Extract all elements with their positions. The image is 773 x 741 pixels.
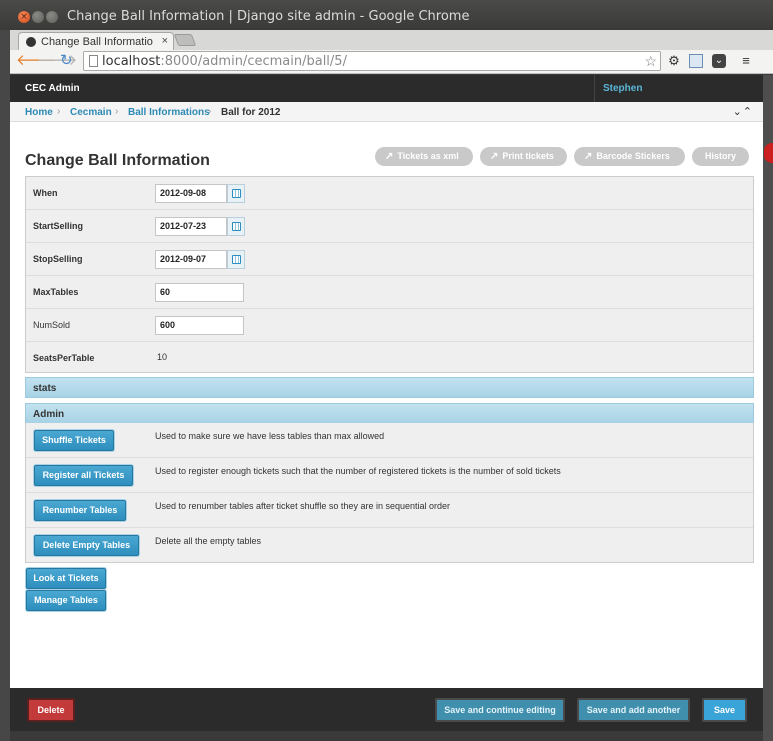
- calendar-icon[interactable]: [227, 217, 245, 236]
- form-row-stop-selling: StopSelling 2012-09-07: [26, 243, 753, 276]
- external-link-icon: ↗: [490, 151, 499, 162]
- browser-toolbar: 🡐 🡒 ↻ localhost:8000/admin/cecmain/ball/…: [10, 50, 773, 74]
- form-row-when: When 2012-09-08: [26, 177, 753, 210]
- delete-button[interactable]: Delete: [27, 698, 75, 722]
- num-sold-field[interactable]: 600: [155, 316, 244, 335]
- renumber-tables-button[interactable]: Renumber Tables: [34, 500, 126, 521]
- save-button[interactable]: Save: [702, 698, 747, 722]
- breadcrumb-model[interactable]: Ball Informations: [128, 107, 210, 118]
- max-tables-label: MaxTables: [33, 287, 79, 297]
- when-label: When: [33, 188, 58, 198]
- bookmark-star-icon[interactable]: ☆: [644, 53, 657, 70]
- stop-selling-label: StopSelling: [33, 254, 83, 264]
- seats-per-table-label: SeatsPerTable: [33, 353, 95, 363]
- register-all-tickets-button[interactable]: Register all Tickets: [34, 465, 133, 486]
- stats-section-header[interactable]: stats: [25, 377, 754, 398]
- print-tickets-button[interactable]: ↗ Print tickets: [480, 147, 567, 166]
- window-close-button[interactable]: ×: [18, 11, 30, 23]
- admin-actions-module: Shuffle Tickets Used to make sure we hav…: [25, 423, 754, 563]
- breadcrumb: Home › Cecmain › Ball Informations › Bal…: [10, 102, 763, 122]
- when-date-field[interactable]: 2012-09-08: [155, 184, 227, 203]
- window-minimize-button[interactable]: [32, 11, 44, 23]
- collapse-toggle-icon[interactable]: ⌄⌃: [733, 105, 753, 118]
- max-tables-field[interactable]: 60: [155, 283, 244, 302]
- tab-title: Change Ball Information: [41, 36, 153, 48]
- ball-fieldset: When 2012-09-08 StartSelling 2012-07-23 …: [25, 176, 754, 373]
- tab-close-icon[interactable]: ×: [162, 35, 168, 47]
- breadcrumb-separator: ›: [208, 106, 212, 117]
- form-row-num-sold: NumSold 600: [26, 309, 753, 342]
- breadcrumb-app[interactable]: Cecmain: [70, 107, 112, 118]
- django-favicon-icon: [26, 37, 36, 47]
- desktop-right-edge: [763, 75, 773, 741]
- external-link-icon: ↗: [584, 151, 593, 162]
- num-sold-label: NumSold: [33, 320, 71, 330]
- pocket-icon[interactable]: ⌄: [712, 54, 726, 68]
- admin-action-row: Renumber Tables Used to renumber tables …: [26, 493, 753, 528]
- page-title: Change Ball Information: [25, 152, 210, 169]
- start-selling-date-field[interactable]: 2012-07-23: [155, 217, 227, 236]
- calendar-icon[interactable]: [227, 184, 245, 203]
- action-description: Delete all the empty tables: [155, 536, 262, 546]
- window-maximize-button[interactable]: [46, 11, 58, 23]
- window-title: Change Ball Information | Django site ad…: [67, 9, 470, 24]
- barcode-stickers-button[interactable]: ↗ Barcode Stickers: [574, 147, 685, 166]
- window-titlebar: × Change Ball Information | Django site …: [0, 0, 773, 30]
- save-continue-button[interactable]: Save and continue editing: [435, 698, 565, 722]
- breadcrumb-current: Ball for 2012: [221, 107, 281, 118]
- new-tab-button[interactable]: [173, 34, 197, 46]
- admin-brand[interactable]: CEC Admin: [25, 83, 80, 94]
- admin-page: CEC Admin Stephen Home › Cecmain › Ball …: [10, 75, 763, 688]
- desktop-left-edge: [0, 30, 10, 741]
- menu-icon[interactable]: ≡: [739, 54, 753, 68]
- admin-section-header: Admin: [25, 403, 754, 424]
- breadcrumb-separator: ›: [57, 106, 61, 117]
- action-description: Used to renumber tables after ticket shu…: [155, 501, 450, 511]
- breadcrumb-home[interactable]: Home: [25, 107, 53, 118]
- admin-action-row: Delete Empty Tables Delete all the empty…: [26, 528, 753, 563]
- user-tools: Stephen: [594, 75, 763, 102]
- action-description: Used to make sure we have less tables th…: [155, 431, 385, 441]
- admin-action-row: Shuffle Tickets Used to make sure we hav…: [26, 423, 753, 458]
- extension-icon[interactable]: [689, 54, 703, 68]
- start-selling-label: StartSelling: [33, 221, 84, 231]
- breadcrumb-separator: ›: [115, 106, 119, 117]
- calendar-icon[interactable]: [227, 250, 245, 269]
- gear-icon[interactable]: ⚙: [667, 54, 681, 68]
- form-row-max-tables: MaxTables 60: [26, 276, 753, 309]
- reload-icon[interactable]: ↻: [60, 53, 73, 69]
- stop-selling-date-field[interactable]: 2012-09-07: [155, 250, 227, 269]
- seats-per-table-value: 10: [157, 352, 168, 362]
- url-text[interactable]: localhost:8000/admin/cecmain/ball/5/: [102, 54, 347, 69]
- submit-row: Delete Save and continue editing Save an…: [10, 688, 763, 731]
- delete-empty-tables-button[interactable]: Delete Empty Tables: [34, 535, 139, 556]
- browser-tab[interactable]: Change Ball Information ×: [18, 32, 174, 51]
- address-bar[interactable]: localhost:8000/admin/cecmain/ball/5/ ☆: [83, 51, 661, 71]
- form-row-start-selling: StartSelling 2012-07-23: [26, 210, 753, 243]
- external-link-icon: ↗: [385, 151, 394, 162]
- user-menu[interactable]: Stephen: [603, 83, 642, 94]
- desktop-background-fragment: [764, 143, 773, 163]
- tab-strip: Change Ball Information ×: [10, 30, 773, 51]
- save-add-another-button[interactable]: Save and add another: [577, 698, 690, 722]
- shuffle-tickets-button[interactable]: Shuffle Tickets: [34, 430, 114, 451]
- admin-header: CEC Admin Stephen: [10, 75, 763, 102]
- admin-action-row: Register all Tickets Used to register en…: [26, 458, 753, 493]
- form-row-seats-per-table: SeatsPerTable 10: [26, 342, 753, 375]
- page-icon: [89, 55, 98, 67]
- action-description: Used to register enough tickets such tha…: [155, 466, 561, 476]
- look-at-tickets-button[interactable]: Look at Tickets: [26, 568, 106, 589]
- tickets-as-xml-button[interactable]: ↗ Tickets as xml: [375, 147, 473, 166]
- history-button[interactable]: History: [692, 147, 749, 166]
- manage-tables-button[interactable]: Manage Tables: [26, 590, 106, 611]
